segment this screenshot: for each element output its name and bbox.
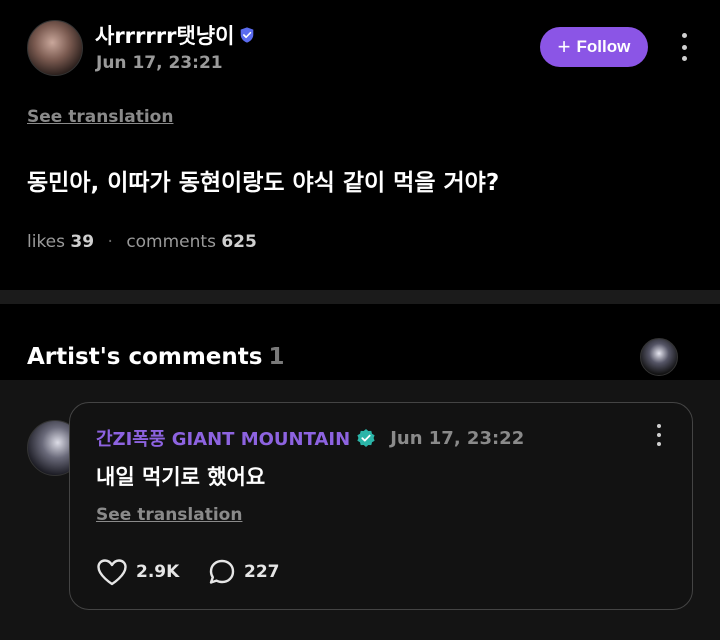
post-stats: likes 39 · comments 625	[27, 232, 257, 252]
likes-count[interactable]: 39	[70, 232, 94, 252]
comment-like-button[interactable]: 2.9K	[96, 558, 179, 586]
artist-avatar-thumbnail[interactable]	[640, 338, 678, 376]
comment-see-translation-link[interactable]: See translation	[96, 505, 242, 525]
post-timestamp: Jun 17, 23:21	[96, 53, 223, 73]
post: 사rrrrrr탯냥이 Jun 17, 23:21 + Follow See tr…	[0, 0, 720, 290]
plus-icon: +	[557, 34, 571, 59]
more-vertical-icon[interactable]	[676, 33, 692, 61]
verified-check-icon	[357, 429, 375, 447]
comment-author-name[interactable]: 간ZI폭풍 GIANT MOUNTAIN	[96, 425, 350, 451]
likes-label: likes	[27, 232, 66, 252]
see-translation-link[interactable]: See translation	[27, 107, 173, 127]
artist-comments-count: 1	[268, 344, 285, 370]
comments-count[interactable]: 625	[221, 232, 257, 252]
comments-area: 간ZI폭풍 GIANT MOUNTAIN Jun 17, 23:22 내일 먹기…	[0, 380, 720, 640]
artist-comments-header: Artist's comments 1	[0, 304, 720, 380]
author-avatar[interactable]	[27, 20, 83, 76]
follow-label: Follow	[576, 37, 631, 56]
comment-reply-button[interactable]: 227	[208, 558, 280, 586]
comment-reply-count: 227	[244, 562, 280, 582]
section-divider	[0, 290, 720, 304]
comments-label: comments	[126, 232, 216, 252]
comment-timestamp: Jun 17, 23:22	[390, 427, 525, 449]
post-author[interactable]: 사rrrrrr탯냥이	[95, 20, 256, 50]
verified-shield-icon	[241, 27, 254, 43]
speech-bubble-icon[interactable]	[208, 558, 236, 586]
artist-comments-title: Artist's comments 1	[27, 344, 285, 370]
comment-body: 내일 먹기로 했어요	[96, 465, 266, 489]
comment-more-vertical-icon[interactable]	[652, 424, 666, 446]
stats-separator: ·	[107, 232, 113, 252]
artist-comment-card: 간ZI폭풍 GIANT MOUNTAIN Jun 17, 23:22 내일 먹기…	[69, 402, 693, 610]
post-author-name[interactable]: 사rrrrrr탯냥이	[95, 20, 234, 50]
comment-like-count: 2.9K	[136, 562, 180, 582]
comment-author[interactable]: 간ZI폭풍 GIANT MOUNTAIN Jun 17, 23:22	[96, 425, 524, 451]
artist-comments-label: Artist's comments	[27, 344, 263, 370]
heart-icon[interactable]	[96, 558, 128, 586]
post-body: 동민아, 이따가 동현이랑도 야식 같이 먹을 거야?	[27, 170, 500, 196]
follow-button[interactable]: + Follow	[540, 27, 648, 67]
